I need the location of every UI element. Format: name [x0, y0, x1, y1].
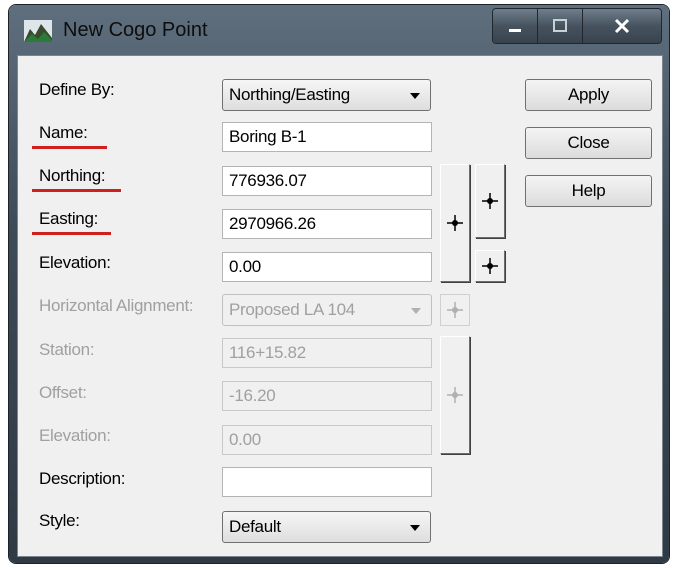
close-icon	[614, 18, 630, 34]
chevron-down-icon	[410, 93, 420, 99]
elevation-input[interactable]: 0.00	[222, 252, 432, 282]
description-input[interactable]	[222, 467, 432, 497]
apply-button[interactable]: Apply	[525, 79, 652, 111]
chevron-down-icon	[411, 308, 421, 314]
window-title: New Cogo Point	[63, 19, 208, 41]
crosshair-icon	[482, 193, 498, 209]
easting-underline	[32, 232, 111, 235]
dialog-window: New Cogo Point Define By: Northing/Easti…	[9, 5, 669, 563]
crosshair-icon	[482, 258, 498, 274]
maximize-button[interactable]	[538, 9, 583, 43]
horizontal-alignment-value: Proposed LA 104	[229, 300, 355, 319]
horizontal-alignment-label: Horizontal Alignment:	[39, 296, 194, 315]
minimize-icon	[509, 29, 521, 32]
easting-input[interactable]: 2970966.26	[222, 209, 432, 239]
pick-elevation-button[interactable]	[475, 250, 505, 282]
station-input[interactable]: 116+15.82	[222, 338, 432, 368]
northing-input[interactable]: 776936.07	[222, 166, 432, 196]
style-label: Style:	[39, 511, 80, 530]
pick-alignment-button[interactable]	[440, 294, 470, 326]
name-underline	[32, 146, 107, 149]
easting-label: Easting:	[39, 209, 99, 228]
offset-label: Offset:	[39, 383, 87, 402]
name-label: Name:	[39, 123, 88, 142]
define-by-value: Northing/Easting	[229, 85, 350, 104]
style-value: Default	[229, 517, 281, 536]
northing-underline	[32, 189, 121, 192]
northing-label: Northing:	[39, 166, 106, 185]
name-input[interactable]: Boring B-1	[222, 122, 432, 152]
style-select[interactable]: Default	[222, 511, 431, 543]
dialog-body: Define By: Northing/Easting Name: Boring…	[17, 55, 663, 557]
crosshair-icon	[447, 387, 463, 403]
pick-north-east-button[interactable]	[440, 164, 470, 282]
define-by-select[interactable]: Northing/Easting	[222, 79, 431, 111]
offset-input[interactable]: -16.20	[222, 381, 432, 411]
close-button[interactable]: Close	[525, 127, 652, 159]
terrain-app-icon	[24, 20, 52, 42]
chevron-down-icon	[410, 525, 420, 531]
crosshair-icon	[447, 302, 463, 318]
minimize-button[interactable]	[493, 9, 538, 43]
title-bar[interactable]: New Cogo Point	[9, 5, 669, 49]
alignment-elevation-label: Elevation:	[39, 426, 111, 445]
window-controls	[492, 8, 662, 44]
help-button[interactable]: Help	[525, 175, 652, 207]
pick-station-offset-button[interactable]	[440, 336, 470, 454]
pick-point-button[interactable]	[475, 164, 505, 238]
crosshair-icon	[447, 215, 463, 231]
alignment-elevation-input[interactable]: 0.00	[222, 425, 432, 455]
close-window-button[interactable]	[583, 9, 661, 43]
horizontal-alignment-select[interactable]: Proposed LA 104	[222, 294, 432, 326]
station-label: Station:	[39, 340, 95, 359]
maximize-icon	[553, 19, 567, 32]
description-label: Description:	[39, 469, 126, 488]
elevation-label: Elevation:	[39, 253, 111, 272]
define-by-label: Define By:	[39, 80, 115, 99]
